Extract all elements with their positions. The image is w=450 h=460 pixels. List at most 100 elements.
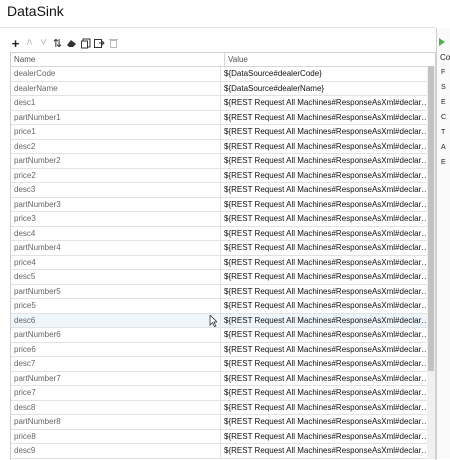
table-row[interactable]: desc8 ${REST Request All Machines#Respons… <box>11 400 435 415</box>
row-value-cell[interactable]: ${DataSource#dealerName} <box>221 82 435 96</box>
row-name-cell[interactable]: desc7 <box>11 357 221 371</box>
row-value-cell[interactable]: ${REST Request All Machines#ResponseAsXm… <box>221 256 435 270</box>
chevron-up-icon[interactable]: ˄ <box>24 37 35 49</box>
table-row[interactable]: desc6 ${REST Request All Machines#Respons… <box>11 313 435 328</box>
row-value-cell[interactable]: ${REST Request All Machines#ResponseAsXm… <box>221 154 435 168</box>
row-value-cell[interactable]: ${REST Request All Machines#ResponseAsXm… <box>221 111 435 125</box>
panel-list-item[interactable]: T <box>441 125 446 140</box>
row-name-cell[interactable]: price5 <box>11 299 221 313</box>
row-value-cell[interactable]: ${REST Request All Machines#ResponseAsXm… <box>221 285 435 299</box>
table-row[interactable]: price2 ${REST Request All Machines#Respon… <box>11 168 435 183</box>
trash-icon[interactable] <box>108 37 119 49</box>
table-row[interactable]: price8 ${REST Request All Machines#Respon… <box>11 429 435 444</box>
vertical-scrollbar[interactable] <box>427 66 435 459</box>
table-row[interactable]: price5 ${REST Request All Machines#Respon… <box>11 299 435 314</box>
table-row[interactable]: desc4 ${REST Request All Machines#Respons… <box>11 226 435 241</box>
row-name-cell[interactable]: partNumber8 <box>11 415 221 429</box>
row-value-cell[interactable]: ${REST Request All Machines#ResponseAsXm… <box>221 314 435 328</box>
table-row[interactable]: partNumber8 ${REST Request All Machines#R… <box>11 415 435 430</box>
panel-list-item[interactable]: E <box>441 155 446 170</box>
row-value-cell[interactable]: ${REST Request All Machines#ResponseAsXm… <box>221 270 435 284</box>
table-row[interactable]: desc7 ${REST Request All Machines#Respons… <box>11 357 435 372</box>
row-value-cell[interactable]: ${REST Request All Machines#ResponseAsXm… <box>221 343 435 357</box>
row-name-cell[interactable]: dealerName <box>11 81 221 95</box>
table-row[interactable]: price1 ${REST Request All Machines#Respon… <box>11 125 435 140</box>
table-row[interactable]: partNumber7 ${REST Request All Machines#R… <box>11 371 435 386</box>
table-row[interactable]: partNumber3 ${REST Request All Machines#R… <box>11 197 435 212</box>
copy-icon[interactable] <box>80 37 91 49</box>
row-value-cell[interactable]: ${REST Request All Machines#ResponseAsXm… <box>221 372 435 386</box>
row-value-cell[interactable]: ${REST Request All Machines#ResponseAsXm… <box>221 401 435 415</box>
row-name-cell[interactable]: price2 <box>11 168 221 182</box>
row-value-cell[interactable]: ${REST Request All Machines#ResponseAsXm… <box>221 212 435 226</box>
row-value-cell[interactable]: ${REST Request All Machines#ResponseAsXm… <box>221 227 435 241</box>
row-name-cell[interactable]: partNumber7 <box>11 371 221 385</box>
row-name-cell[interactable]: desc2 <box>11 139 221 153</box>
row-value-cell[interactable]: ${REST Request All Machines#ResponseAsXm… <box>221 444 435 458</box>
row-name-cell[interactable]: desc8 <box>11 400 221 414</box>
table-row[interactable]: partNumber4 ${REST Request All Machines#R… <box>11 241 435 256</box>
row-value-cell[interactable]: ${DataSource#dealerCode} <box>221 67 435 81</box>
row-name-cell[interactable]: partNumber1 <box>11 110 221 124</box>
row-value-cell[interactable]: ${REST Request All Machines#ResponseAsXm… <box>221 140 435 154</box>
table-row[interactable]: price3 ${REST Request All Machines#Respon… <box>11 212 435 227</box>
table-row[interactable]: desc9 ${REST Request All Machines#Respons… <box>11 444 435 459</box>
panel-list-item[interactable]: S <box>441 80 446 95</box>
row-name-cell[interactable]: partNumber4 <box>11 241 221 255</box>
panel-tab[interactable]: Co <box>440 53 450 62</box>
row-name-cell[interactable]: desc3 <box>11 183 221 197</box>
panel-list-item[interactable]: C <box>441 110 446 125</box>
eraser-icon[interactable] <box>66 37 77 49</box>
row-name-cell[interactable]: partNumber3 <box>11 197 221 211</box>
table-row[interactable]: dealerName ${DataSource#dealerName} <box>11 81 435 96</box>
table-row[interactable]: partNumber6 ${REST Request All Machines#R… <box>11 328 435 343</box>
row-name-cell[interactable]: desc5 <box>11 270 221 284</box>
row-value-cell[interactable]: ${REST Request All Machines#ResponseAsXm… <box>221 415 435 429</box>
table-row[interactable]: partNumber1 ${REST Request All Machines#R… <box>11 110 435 125</box>
table-row[interactable]: partNumber2 ${REST Request All Machines#R… <box>11 154 435 169</box>
row-name-cell[interactable]: price1 <box>11 125 221 139</box>
row-name-cell[interactable]: price4 <box>11 255 221 269</box>
row-name-cell[interactable]: dealerCode <box>11 67 221 81</box>
scrollbar-thumb[interactable] <box>428 66 434 371</box>
table-row[interactable]: desc2 ${REST Request All Machines#Respons… <box>11 139 435 154</box>
row-name-cell[interactable]: desc6 <box>11 313 221 327</box>
row-name-cell[interactable]: desc4 <box>11 226 221 240</box>
table-row[interactable]: desc5 ${REST Request All Machines#Respons… <box>11 270 435 285</box>
row-name-cell[interactable]: partNumber6 <box>11 328 221 342</box>
row-value-cell[interactable]: ${REST Request All Machines#ResponseAsXm… <box>221 386 435 400</box>
row-value-cell[interactable]: ${REST Request All Machines#ResponseAsXm… <box>221 169 435 183</box>
chevron-down-icon[interactable]: ˅ <box>38 37 49 49</box>
panel-list-item[interactable]: F <box>441 65 446 80</box>
row-value-cell[interactable]: ${REST Request All Machines#ResponseAsXm… <box>221 183 435 197</box>
row-value-cell[interactable]: ${REST Request All Machines#ResponseAsXm… <box>221 241 435 255</box>
column-header-value[interactable]: Value <box>225 53 435 66</box>
table-row[interactable]: price7 ${REST Request All Machines#Respon… <box>11 386 435 401</box>
row-name-cell[interactable]: price8 <box>11 429 221 443</box>
row-name-cell[interactable]: partNumber5 <box>11 284 221 298</box>
row-name-cell[interactable]: price7 <box>11 386 221 400</box>
play-icon[interactable] <box>439 38 445 46</box>
row-value-cell[interactable]: ${REST Request All Machines#ResponseAsXm… <box>221 357 435 371</box>
panel-list-item[interactable]: E <box>441 95 446 110</box>
row-value-cell[interactable]: ${REST Request All Machines#ResponseAsXm… <box>221 430 435 444</box>
row-name-cell[interactable]: desc9 <box>11 444 221 458</box>
column-header-name[interactable]: Name <box>11 53 225 66</box>
panel-list-item[interactable]: A <box>441 140 446 155</box>
row-value-cell[interactable]: ${REST Request All Machines#ResponseAsXm… <box>221 328 435 342</box>
import-icon[interactable] <box>94 37 105 49</box>
row-value-cell[interactable]: ${REST Request All Machines#ResponseAsXm… <box>221 125 435 139</box>
row-name-cell[interactable]: partNumber2 <box>11 154 221 168</box>
table-row[interactable]: dealerCode ${DataSource#dealerCode} <box>11 67 435 82</box>
row-value-cell[interactable]: ${REST Request All Machines#ResponseAsXm… <box>221 198 435 212</box>
row-name-cell[interactable]: price3 <box>11 212 221 226</box>
row-name-cell[interactable]: price6 <box>11 342 221 356</box>
table-row[interactable]: partNumber5 ${REST Request All Machines#R… <box>11 284 435 299</box>
table-row[interactable]: price4 ${REST Request All Machines#Respon… <box>11 255 435 270</box>
plus-icon[interactable]: + <box>10 36 21 51</box>
table-row[interactable]: price6 ${REST Request All Machines#Respon… <box>11 342 435 357</box>
sort-icon[interactable]: ⇅ <box>52 37 63 50</box>
table-row[interactable]: desc1 ${REST Request All Machines#Respons… <box>11 96 435 111</box>
row-name-cell[interactable]: desc1 <box>11 96 221 110</box>
row-value-cell[interactable]: ${REST Request All Machines#ResponseAsXm… <box>221 96 435 110</box>
